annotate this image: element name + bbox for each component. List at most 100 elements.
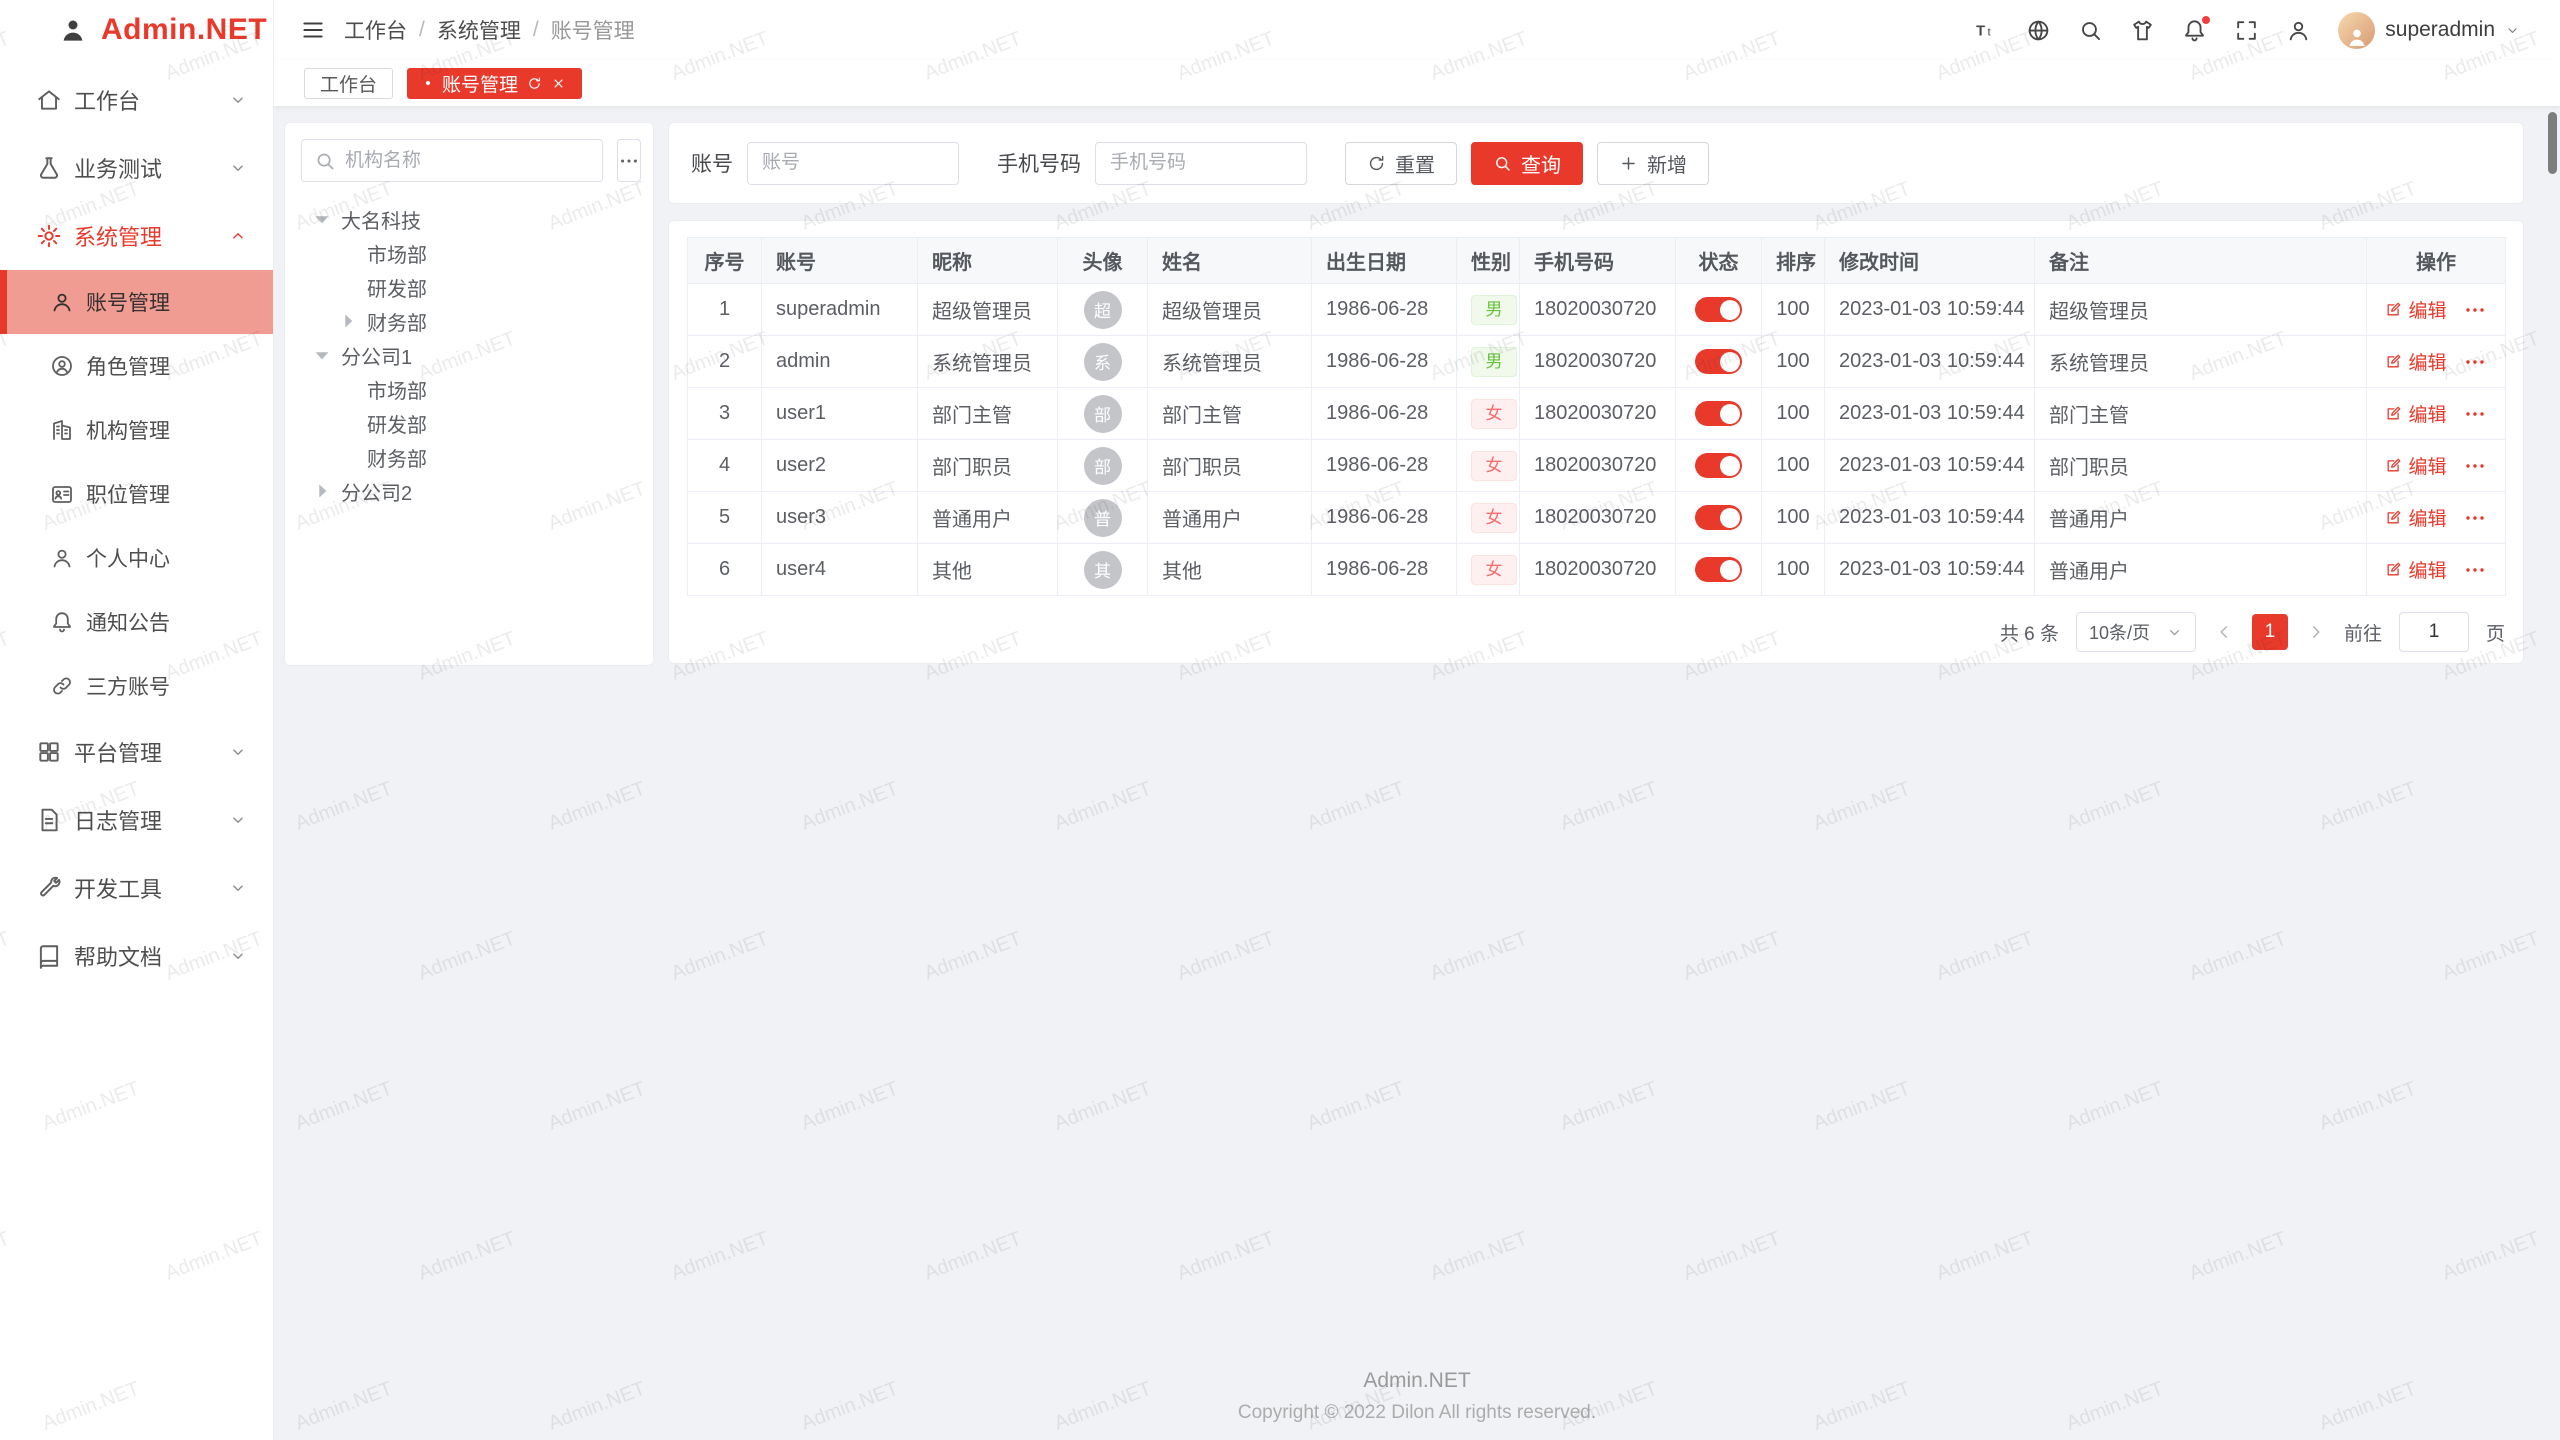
tree-node[interactable]: 分公司2 [301,474,637,508]
column-header: 姓名 [1148,238,1312,284]
status-toggle[interactable] [1695,505,1742,530]
sidebar-item-notice-announcement[interactable]: 通知公告 [0,590,273,654]
chevron-down-icon [229,91,247,109]
scrollbar-thumb[interactable] [2548,112,2557,174]
sidebar-item-position-management[interactable]: 职位管理 [0,462,273,526]
org-more-button[interactable] [617,139,641,182]
logo: Admin.NET [0,0,273,60]
table-header-row: 序号账号昵称头像姓名出生日期性别手机号码状态排序修改时间备注操作 [688,238,2506,284]
caret-right-icon[interactable] [309,478,335,504]
sidebar-item-label: 职位管理 [86,479,170,509]
edit-button[interactable]: 编辑 [2385,296,2446,323]
sidebar-item-label: 机构管理 [86,415,170,445]
tabbar: 工作台账号管理 [274,60,2560,106]
tree-node[interactable]: 财务部 [301,304,637,338]
sidebar-item-log-management[interactable]: 日志管理 [0,786,273,854]
tab-refresh-icon[interactable] [527,76,542,91]
tree-node-label: 研发部 [367,273,427,302]
add-button[interactable]: 新增 [1597,142,1709,185]
font-size-icon[interactable]: Tt [1974,18,1999,43]
sidebar-item-dev-tools[interactable]: 开发工具 [0,854,273,922]
cell: 女 [1457,440,1520,492]
footer-copyright: Copyright © 2022 Dilon All rights reserv… [274,1402,2560,1424]
dot-icon [423,78,433,88]
edit-button[interactable]: 编辑 [2385,556,2446,583]
search-icon[interactable] [2078,18,2103,43]
pagination: 共 6 条 10条/页 1 前往 页 [687,612,2505,652]
row-more-button[interactable] [2463,402,2487,426]
row-more-button[interactable] [2463,298,2487,322]
tree-node[interactable]: 研发部 [301,270,637,304]
cell: 18020030720 [1520,544,1676,596]
language-icon[interactable] [2026,18,2051,43]
sidebar-item-label: 系统管理 [74,220,162,252]
tree-node-label: 分公司2 [341,477,412,506]
page-1-button[interactable]: 1 [2252,614,2288,650]
status-toggle[interactable] [1695,297,1742,322]
edit-button[interactable]: 编辑 [2385,400,2446,427]
app-root: Admin.NET 工作台业务测试系统管理账号管理角色管理机构管理职位管理个人中… [0,0,2560,1440]
reset-button[interactable]: 重置 [1345,142,1457,185]
cell: 18020030720 [1520,336,1676,388]
row-more-button[interactable] [2463,558,2487,582]
edit-button[interactable]: 编辑 [2385,452,2446,479]
row-more-button[interactable] [2463,506,2487,530]
sidebar-item-role-management[interactable]: 角色管理 [0,334,273,398]
tree-node[interactable]: 研发部 [301,406,637,440]
cell: 女 [1457,544,1520,596]
phone-input[interactable] [1095,142,1307,185]
sidebar-item-system-management[interactable]: 系统管理 [0,202,273,270]
tree-node[interactable]: 市场部 [301,372,637,406]
cell: 部门职员 [918,440,1058,492]
tree-node[interactable]: 市场部 [301,236,637,270]
row-more-button[interactable] [2463,454,2487,478]
row-more-button[interactable] [2463,350,2487,374]
status-toggle[interactable] [1695,453,1742,478]
caret-down-icon[interactable] [309,206,335,232]
user-menu[interactable]: superadmin [2338,12,2520,49]
sidebar-item-label: 通知公告 [86,607,170,637]
sidebar-item-platform-management[interactable]: 平台管理 [0,718,273,786]
sidebar-item-business-test[interactable]: 业务测试 [0,134,273,202]
menu-toggle-icon[interactable] [300,17,326,43]
fullscreen-icon[interactable] [2234,18,2259,43]
breadcrumb-item[interactable]: 账号管理 [551,15,635,45]
search-button[interactable]: 查询 [1471,142,1583,185]
page-size-select[interactable]: 10条/页 [2076,612,2196,652]
sidebar-item-third-party-account[interactable]: 三方账号 [0,654,273,718]
org-tree: 大名科技市场部研发部财务部分公司1市场部研发部财务部分公司2 [301,202,637,508]
edit-button-label: 编辑 [2408,296,2446,323]
edit-button[interactable]: 编辑 [2385,504,2446,531]
tree-node[interactable]: 财务部 [301,440,637,474]
status-toggle[interactable] [1695,557,1742,582]
tree-node[interactable]: 大名科技 [301,202,637,236]
next-page-button[interactable] [2305,621,2327,643]
theme-icon[interactable] [2130,18,2155,43]
sidebar-item-org-management[interactable]: 机构管理 [0,398,273,462]
tab-close-icon[interactable] [551,76,566,91]
org-search-input[interactable] [345,150,590,172]
chevron-down-icon [229,811,247,829]
account-input[interactable] [747,142,959,185]
status-toggle[interactable] [1695,349,1742,374]
breadcrumb-item[interactable]: 工作台 [344,15,407,45]
column-header: 出生日期 [1312,238,1457,284]
notification-icon[interactable] [2182,18,2207,43]
workbench-tab[interactable]: 工作台 [304,68,393,99]
prev-page-button[interactable] [2213,621,2235,643]
goto-page-input[interactable] [2399,612,2469,652]
sidebar-item-personal-center[interactable]: 个人中心 [0,526,273,590]
profile-icon[interactable] [2286,18,2311,43]
caret-right-icon[interactable] [335,308,361,334]
sidebar-item-help-docs[interactable]: 帮助文档 [0,922,273,990]
sidebar-item-account-management[interactable]: 账号管理 [0,270,273,334]
edit-button[interactable]: 编辑 [2385,348,2446,375]
tree-node[interactable]: 分公司1 [301,338,637,372]
cell: 部 [1058,440,1148,492]
sidebar-item-workbench[interactable]: 工作台 [0,66,273,134]
status-toggle[interactable] [1695,401,1742,426]
account-management-tab[interactable]: 账号管理 [407,68,582,99]
caret-down-icon[interactable] [309,342,335,368]
sidebar-item-label: 工作台 [74,84,140,116]
breadcrumb-item[interactable]: 系统管理 [437,15,521,45]
